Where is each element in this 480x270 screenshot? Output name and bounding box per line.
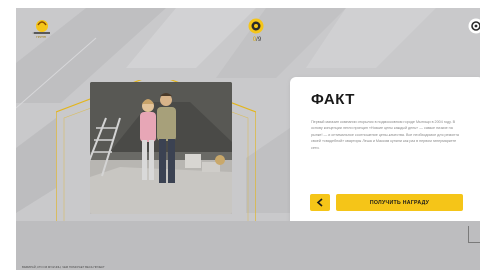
side-frame xyxy=(468,226,480,243)
footer-text: ВЫБИРАЙ, КТО ИЗ МУЖЧИН, ЧЕМ ПОМОГАЕТ ВЕС… xyxy=(22,265,105,269)
card-title: ФАКТ xyxy=(311,91,355,108)
card-body: Первый магазин компании открылся в подмо… xyxy=(311,120,459,150)
brand-sub: ГРУПП xyxy=(36,35,46,39)
get-reward-button[interactable]: ПОЛУЧИТЬ НАГРАДУ xyxy=(336,194,463,211)
fact-card: ФАКТ Первый магазин компании открылся в … xyxy=(290,77,480,233)
back-button[interactable] xyxy=(310,194,330,211)
game-stage: СВЕТОФОР ГРУПП 0/9 ФАКТ Первый магазин к… xyxy=(16,8,480,270)
settings-icon[interactable] xyxy=(468,18,480,34)
footer-band xyxy=(16,221,480,270)
gear-badge-icon xyxy=(248,18,264,34)
progress-total: /9 xyxy=(256,37,262,43)
progress-counter: 0/9 xyxy=(244,37,270,43)
couple-photo xyxy=(90,82,232,214)
arrow-left-icon xyxy=(316,198,323,207)
